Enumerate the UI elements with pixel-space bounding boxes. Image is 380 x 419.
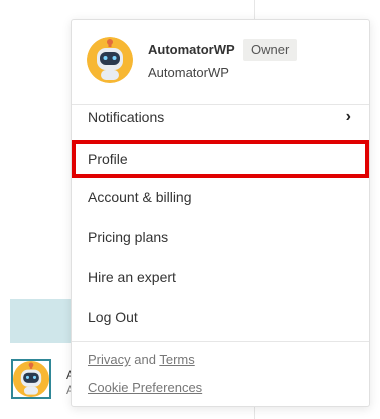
- account-menu: AutomatorWP Owner AutomatorWP Notificati…: [71, 19, 370, 407]
- privacy-link[interactable]: Privacy: [88, 352, 131, 367]
- menu-item-hire-expert[interactable]: Hire an expert: [72, 258, 369, 296]
- organization-name: AutomatorWP: [148, 65, 229, 80]
- robot-avatar-icon: [13, 361, 49, 397]
- legal-links-separator: and: [134, 352, 156, 367]
- menu-item-label: Profile: [88, 151, 128, 167]
- menu-item-profile[interactable]: Profile: [72, 140, 369, 178]
- menu-item-notifications[interactable]: Notifications ›: [72, 98, 369, 136]
- robot-avatar-icon: [87, 37, 133, 83]
- account-header: AutomatorWP Owner AutomatorWP: [72, 20, 369, 105]
- menu-divider: [72, 341, 369, 342]
- legal-links: Privacy and Terms: [88, 352, 195, 368]
- terms-link[interactable]: Terms: [159, 352, 194, 367]
- menu-item-pricing-plans[interactable]: Pricing plans: [72, 218, 369, 256]
- menu-item-label: Hire an expert: [88, 269, 176, 285]
- menu-item-label: Pricing plans: [88, 229, 169, 245]
- avatar: [87, 37, 133, 83]
- menu-item-label: Log Out: [88, 309, 138, 325]
- chevron-right-icon: ›: [345, 108, 351, 125]
- menu-item-account-billing[interactable]: Account & billing: [72, 178, 369, 216]
- user-name: AutomatorWP: [148, 42, 235, 57]
- background-avatar[interactable]: [11, 359, 51, 399]
- cookie-preferences: Cookie Preferences: [88, 380, 202, 396]
- menu-item-log-out[interactable]: Log Out: [72, 298, 369, 336]
- menu-item-label: Account & billing: [88, 189, 192, 205]
- role-badge: Owner: [243, 39, 298, 61]
- menu-item-label: Notifications: [88, 109, 165, 125]
- background-selected-item[interactable]: [10, 299, 80, 343]
- cookie-preferences-link[interactable]: Cookie Preferences: [88, 380, 202, 395]
